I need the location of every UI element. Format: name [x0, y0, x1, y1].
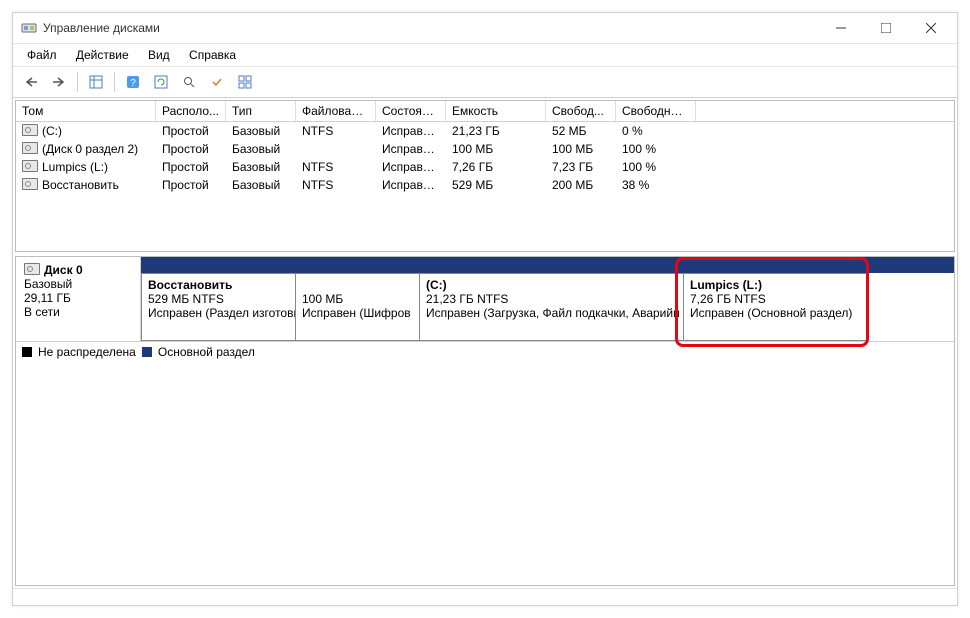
- toolbar: ?: [13, 67, 957, 98]
- volume-list[interactable]: Том Располо... Тип Файловая с... Состоян…: [15, 100, 955, 252]
- disk-icon: [24, 263, 40, 275]
- menu-view[interactable]: Вид: [140, 46, 178, 64]
- search-button[interactable]: [177, 70, 201, 94]
- col-layout[interactable]: Располо...: [156, 101, 226, 121]
- menu-file[interactable]: Файл: [19, 46, 65, 64]
- disk-size: 29,11 ГБ: [24, 291, 71, 305]
- legend-swatch-primary: [142, 347, 152, 357]
- legend-primary: Основной раздел: [158, 345, 255, 359]
- col-fs[interactable]: Файловая с...: [296, 101, 376, 121]
- menu-action[interactable]: Действие: [68, 46, 137, 64]
- table-row[interactable]: Lumpics (L:)ПростойБазовыйNTFSИсправен..…: [16, 158, 954, 176]
- disk-management-window: Управление дисками Файл Действие Вид Спр…: [12, 12, 958, 606]
- table-row[interactable]: (C:)ПростойБазовыйNTFSИсправен...21,23 Г…: [16, 122, 954, 140]
- partition-stripe: [141, 257, 954, 273]
- statusbar: [13, 588, 957, 605]
- volume-icon: [22, 160, 38, 172]
- menu-help[interactable]: Справка: [181, 46, 244, 64]
- disk-type: Базовый: [24, 277, 72, 291]
- titlebar[interactable]: Управление дисками: [13, 13, 957, 44]
- col-volume[interactable]: Том: [16, 101, 156, 121]
- legend-swatch-unallocated: [22, 347, 32, 357]
- col-status[interactable]: Состояние: [376, 101, 446, 121]
- disk-name: Диск 0: [44, 263, 83, 277]
- table-row[interactable]: ВосстановитьПростойБазовыйNTFSИсправен..…: [16, 176, 954, 194]
- volume-icon: [22, 124, 38, 136]
- partition-block[interactable]: Lumpics (L:)7,26 ГБ NTFSИсправен (Основн…: [683, 273, 868, 341]
- col-type[interactable]: Тип: [226, 101, 296, 121]
- col-capacity[interactable]: Емкость: [446, 101, 546, 121]
- check-button[interactable]: [205, 70, 229, 94]
- forward-button[interactable]: [47, 70, 71, 94]
- view-list-button[interactable]: [84, 70, 108, 94]
- disk-info[interactable]: Диск 0 Базовый 29,11 ГБ В сети: [16, 257, 141, 341]
- window-title: Управление дисками: [43, 21, 818, 35]
- back-button[interactable]: [19, 70, 43, 94]
- disk-state: В сети: [24, 305, 60, 319]
- volume-icon: [22, 142, 38, 154]
- legend-unallocated: Не распределена: [38, 345, 136, 359]
- legend: Не распределена Основной раздел: [16, 341, 954, 362]
- svg-text:?: ?: [130, 78, 136, 89]
- partition-block[interactable]: (C:)21,23 ГБ NTFSИсправен (Загрузка, Фай…: [419, 273, 684, 341]
- refresh-button[interactable]: [149, 70, 173, 94]
- close-button[interactable]: [908, 14, 953, 42]
- partition-block[interactable]: 100 МБИсправен (Шифров: [295, 273, 420, 341]
- disk-map: Диск 0 Базовый 29,11 ГБ В сети Восстанов…: [15, 256, 955, 586]
- col-freepct[interactable]: Свободно %: [616, 101, 696, 121]
- grid-icon[interactable]: [233, 70, 257, 94]
- help-button[interactable]: ?: [121, 70, 145, 94]
- menubar: Файл Действие Вид Справка: [13, 44, 957, 67]
- minimize-button[interactable]: [818, 14, 863, 42]
- partition-block[interactable]: Восстановить529 МБ NTFSИсправен (Раздел …: [141, 273, 296, 341]
- app-icon: [21, 20, 37, 36]
- table-row[interactable]: (Диск 0 раздел 2)ПростойБазовыйИсправен.…: [16, 140, 954, 158]
- maximize-button[interactable]: [863, 14, 908, 42]
- col-free[interactable]: Свобод...: [546, 101, 616, 121]
- volume-list-header[interactable]: Том Располо... Тип Файловая с... Состоян…: [16, 101, 954, 122]
- volume-icon: [22, 178, 38, 190]
